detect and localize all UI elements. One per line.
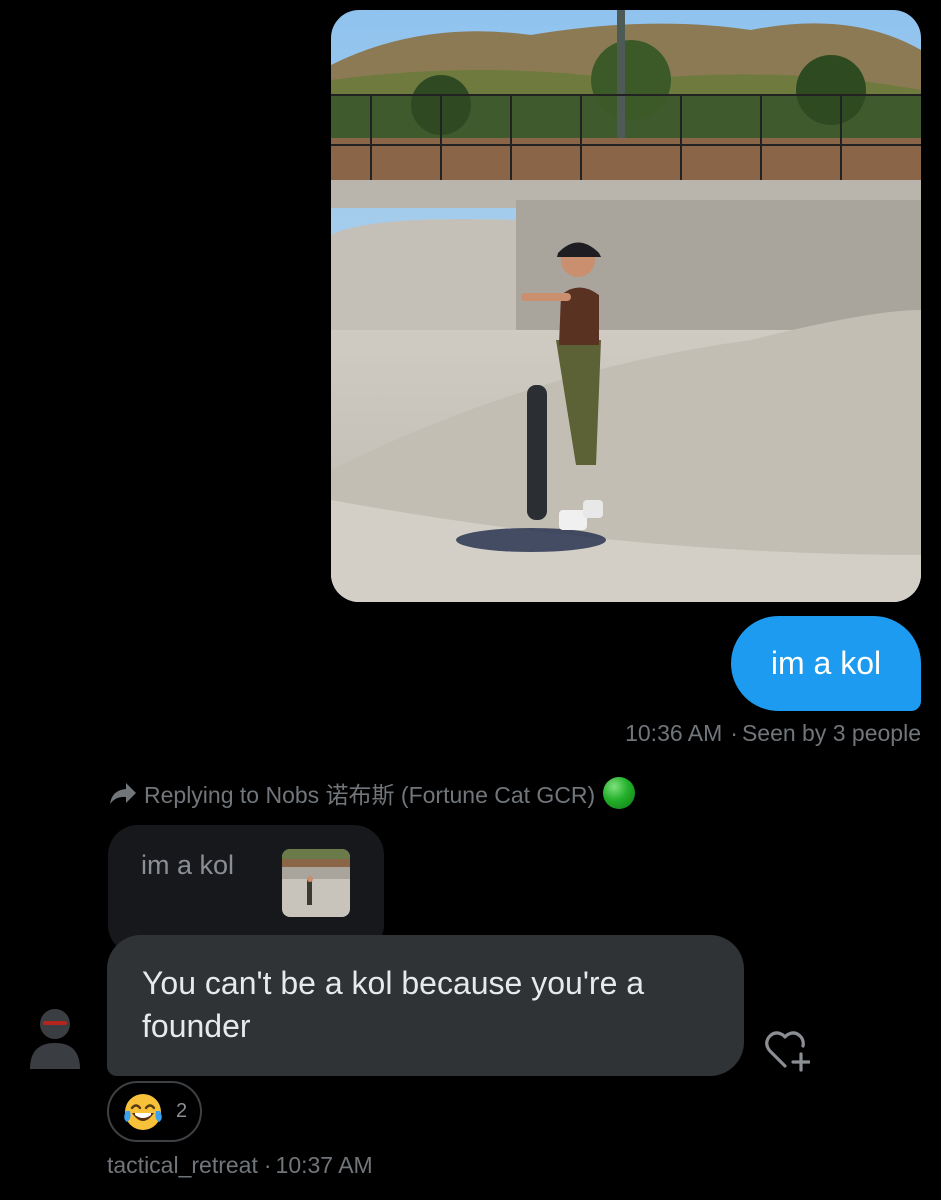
received-message-meta: tactical_retreat · 10:37 AM bbox=[107, 1152, 373, 1179]
reply-header-text: Replying to Nobs 诺布斯 (Fortune Cat GCR) bbox=[144, 782, 596, 808]
sent-message-meta: 10:36 AM · Seen by 3 people bbox=[625, 720, 921, 747]
received-message-text: You can't be a kol because you're a foun… bbox=[142, 965, 645, 1044]
received-time: 10:37 AM bbox=[275, 1152, 373, 1178]
reply-header[interactable]: Replying to Nobs 诺布斯 (Fortune Cat GCR) bbox=[108, 775, 636, 811]
meta-separator: · bbox=[730, 720, 738, 746]
avatar[interactable] bbox=[28, 1005, 82, 1071]
author-name[interactable]: tactical_retreat bbox=[107, 1152, 258, 1178]
sent-message-bubble[interactable]: im a kol bbox=[731, 616, 921, 711]
quoted-photo-image bbox=[282, 849, 350, 917]
sent-message-text: im a kol bbox=[770, 645, 882, 681]
green-circle-icon bbox=[603, 777, 636, 809]
tears-of-joy-icon bbox=[124, 1093, 162, 1130]
reaction-chip[interactable]: 2 bbox=[107, 1081, 202, 1142]
reply-arrow-icon bbox=[110, 783, 136, 804]
sent-time: 10:36 AM bbox=[625, 720, 723, 746]
reaction-count: 2 bbox=[175, 1100, 188, 1122]
add-reaction-icon[interactable] bbox=[764, 1028, 810, 1072]
sent-photo[interactable] bbox=[331, 10, 921, 602]
seen-status[interactable]: Seen by 3 people bbox=[742, 720, 921, 746]
quoted-photo-thumbnail bbox=[282, 849, 350, 917]
skatepark-photo bbox=[331, 10, 921, 602]
meta-separator: · bbox=[263, 1152, 272, 1178]
quoted-message-text: im a kol bbox=[141, 850, 235, 880]
